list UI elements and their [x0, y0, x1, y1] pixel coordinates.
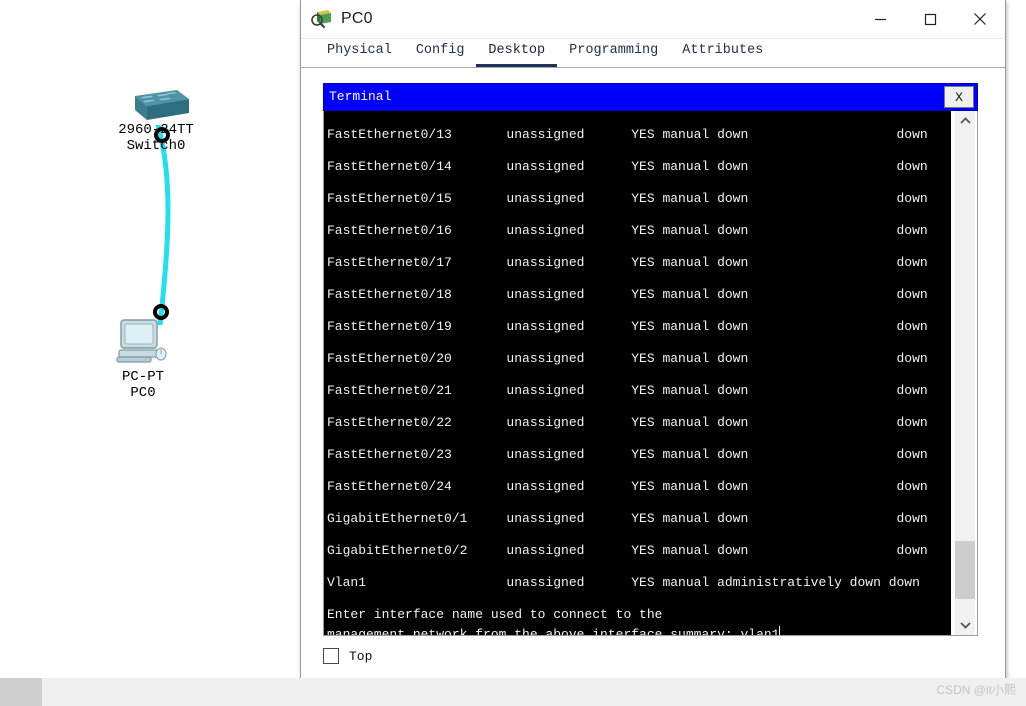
text-cursor — [779, 626, 781, 635]
tab-desktop[interactable]: Desktop — [476, 43, 558, 67]
terminal-title: Terminal — [329, 89, 392, 104]
terminal-line: FastEthernet0/14 unassigned YES manual d… — [327, 159, 928, 174]
terminal-body: FastEthernet0/13 unassigned YES manual d… — [323, 111, 978, 636]
link-status-dot-pc — [153, 304, 169, 320]
terminal-panel: Terminal X FastEthernet0/13 unassigned Y… — [323, 83, 978, 636]
terminal-prompt-line-1: Enter interface name used to connect to … — [327, 607, 663, 622]
ethernet-cable[interactable] — [120, 125, 210, 325]
tab-bar: Physical Config Desktop Programming Attr… — [301, 39, 1005, 68]
terminal-line: Vlan1 unassigned YES manual administrati… — [327, 575, 920, 590]
terminal-line: FastEthernet0/16 unassigned YES manual d… — [327, 223, 928, 238]
topology-canvas[interactable]: 2960-24TT Switch0 PC-PT PC0 — [0, 0, 300, 678]
terminal-screen[interactable]: FastEthernet0/13 unassigned YES manual d… — [324, 111, 951, 635]
terminal-line: FastEthernet0/15 unassigned YES manual d… — [327, 191, 928, 206]
screen: 2960-24TT Switch0 PC-PT PC0 PC0 Physical… — [0, 0, 1026, 706]
terminal-close-button[interactable]: X — [944, 86, 974, 108]
tab-config[interactable]: Config — [404, 43, 477, 67]
terminal-line: FastEthernet0/18 unassigned YES manual d… — [327, 287, 928, 302]
packet-tracer-device-icon — [311, 10, 331, 28]
terminal-line: FastEthernet0/21 unassigned YES manual d… — [327, 383, 928, 398]
window-titlebar[interactable]: PC0 — [301, 0, 1005, 39]
terminal-line: FastEthernet0/20 unassigned YES manual d… — [327, 351, 928, 366]
close-button[interactable] — [955, 0, 1005, 38]
terminal-line: FastEthernet0/19 unassigned YES manual d… — [327, 319, 928, 334]
window-title: PC0 — [341, 10, 373, 27]
terminal-prompt-text: management network from the above interf… — [327, 627, 780, 635]
scroll-down-button[interactable] — [955, 615, 975, 635]
tab-physical[interactable]: Physical — [315, 43, 404, 67]
scrollbar-thumb[interactable] — [955, 541, 975, 599]
desktop-computer-icon — [116, 319, 167, 363]
terminal-prompt-line-2: management network from the above interf… — [324, 625, 951, 635]
pc0-window: PC0 Physical Config Desktop Programming … — [300, 0, 1006, 689]
terminal-titlebar[interactable]: Terminal X — [323, 83, 978, 111]
top-checkbox[interactable] — [323, 648, 339, 664]
terminal-line: FastEthernet0/22 unassigned YES manual d… — [327, 415, 928, 430]
window-controls — [855, 0, 1005, 38]
minimize-button[interactable] — [855, 0, 905, 38]
device-switch0[interactable]: 2960-24TT Switch0 — [108, 88, 204, 154]
terminal-line: FastEthernet0/24 unassigned YES manual d… — [327, 479, 928, 494]
tab-programming[interactable]: Programming — [557, 43, 670, 67]
link-status-dot-switch — [154, 127, 170, 143]
terminal-scrollbar[interactable] — [951, 111, 977, 635]
terminal-line: FastEthernet0/23 unassigned YES manual d… — [327, 447, 928, 462]
watermark: CSDN @it小熙 — [936, 683, 1016, 697]
maximize-button[interactable] — [905, 0, 955, 38]
pc-name-label: PC0 — [130, 385, 156, 401]
top-checkbox-row[interactable]: Top — [323, 648, 372, 664]
terminal-line: FastEthernet0/17 unassigned YES manual d… — [327, 255, 928, 270]
top-checkbox-label: Top — [349, 648, 373, 664]
pc-model-label: PC-PT — [121, 369, 164, 385]
bottom-strip — [0, 678, 1026, 706]
terminal-line: GigabitEthernet0/1 unassigned YES manual… — [327, 511, 928, 526]
scroll-up-button[interactable] — [955, 111, 975, 131]
network-switch-icon — [135, 90, 189, 120]
device-pc0[interactable]: PC-PT PC0 — [100, 312, 186, 401]
tab-attributes[interactable]: Attributes — [670, 43, 775, 67]
terminal-line: FastEthernet0/13 unassigned YES manual d… — [327, 127, 928, 142]
terminal-line: GigabitEthernet0/2 unassigned YES manual… — [327, 543, 928, 558]
bottom-strip-nub — [0, 678, 42, 706]
